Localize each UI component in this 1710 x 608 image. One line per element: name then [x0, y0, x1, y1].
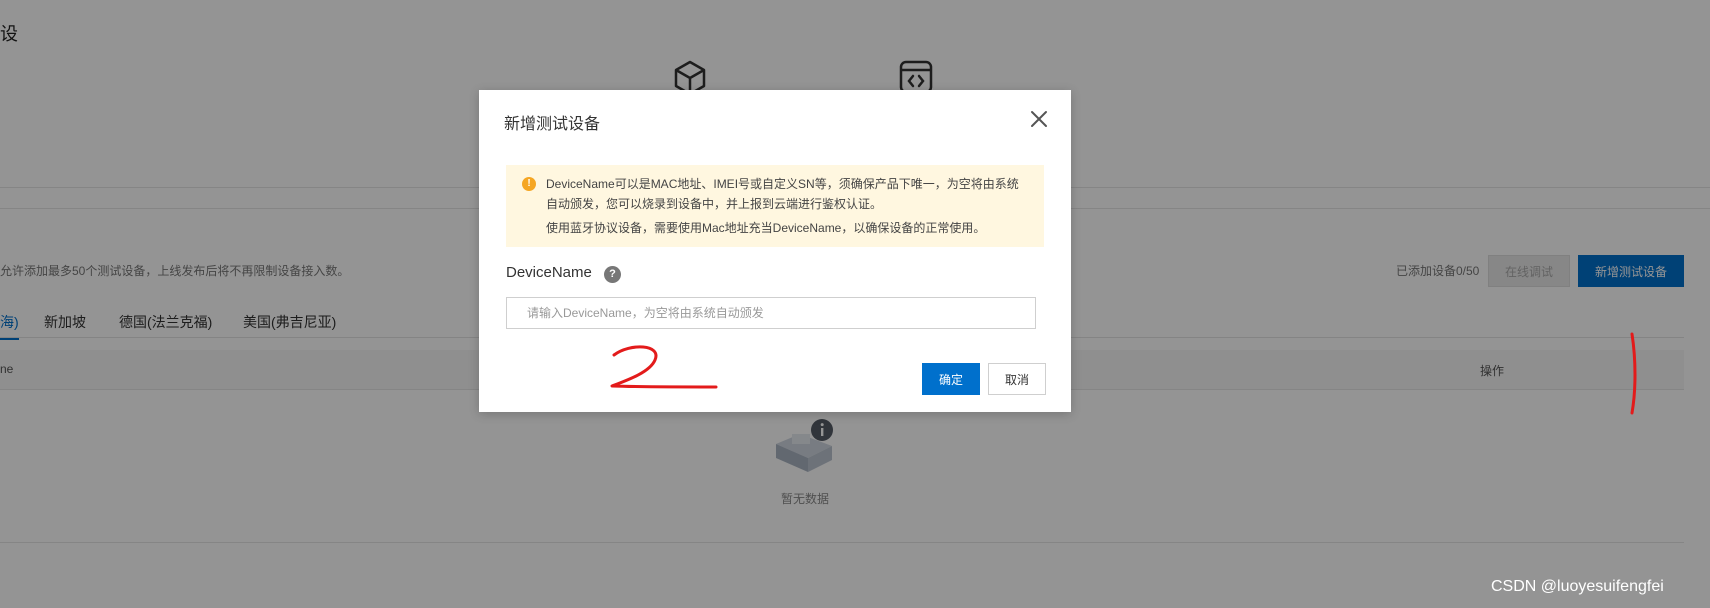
watermark: CSDN @luoyesuifengfei — [1491, 578, 1664, 595]
cancel-button[interactable]: 取消 — [988, 363, 1046, 395]
add-test-device-dialog: 新增测试设备 ! DeviceName可以是MAC地址、IMEI号或自定义SN等… — [479, 90, 1071, 412]
devicename-label: DeviceName — [506, 264, 592, 281]
confirm-button[interactable]: 确定 — [922, 363, 980, 395]
alert-text-line: DeviceName可以是MAC地址、IMEI号或自定义SN等，须确保产品下唯一… — [546, 177, 1019, 191]
info-alert: ! DeviceName可以是MAC地址、IMEI号或自定义SN等，须确保产品下… — [506, 165, 1044, 247]
alert-text-line: 自动颁发，您可以烧录到设备中，并上报到云端进行鉴权认证。 — [546, 197, 883, 211]
alert-text-line: 使用蓝牙协议设备，需要使用Mac地址充当DeviceName，以确保设备的正常使… — [546, 221, 986, 235]
help-icon[interactable]: ? — [604, 266, 621, 283]
devicename-input[interactable] — [506, 297, 1036, 329]
warning-icon: ! — [522, 177, 536, 191]
dialog-title: 新增测试设备 — [504, 116, 601, 133]
close-icon[interactable] — [1028, 108, 1050, 130]
